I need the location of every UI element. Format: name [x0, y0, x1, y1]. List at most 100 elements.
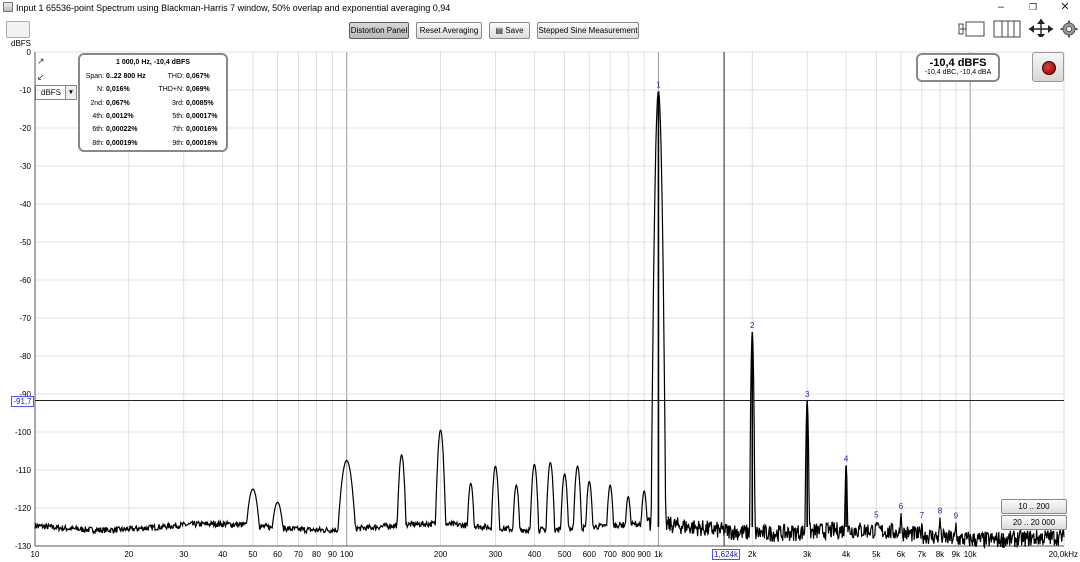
x-tick-label: 2k [748, 550, 757, 559]
chevron-down-icon: ▼ [65, 86, 76, 99]
y-tick-label: -110 [16, 466, 32, 475]
info-row-0-1: THD: 0,067% [150, 73, 210, 80]
info-row-0-0: Span: 0..22 800 Hz [82, 73, 146, 80]
x-tick-label: 300 [489, 550, 503, 559]
harmonic-label: 7 [920, 511, 925, 520]
close-icon[interactable]: ✕ [1050, 0, 1080, 16]
info-key: 8th: [92, 139, 104, 147]
pan-arrows-icon[interactable] [1026, 17, 1056, 37]
fundamental-readout: 1 000,0 Hz, -10,4 dBFS [116, 59, 190, 66]
grid-columns-icon[interactable] [992, 18, 1022, 38]
info-value: 0,0085% [186, 99, 214, 107]
zoom-out-icon[interactable]: ↙ [37, 72, 47, 82]
info-value: 0..22 800 Hz [106, 73, 146, 80]
range-20-20000-button[interactable]: 20 .. 20 000 [1001, 515, 1067, 530]
info-key: THD: [167, 73, 184, 80]
info-value: 0,00016% [186, 139, 218, 147]
info-value: 0,067% [186, 73, 210, 80]
y-tick-label: 0 [27, 48, 32, 57]
info-row-2-0: 2nd: 0,067% [82, 99, 130, 107]
save-button[interactable]: ▤ Save [489, 22, 530, 39]
info-key: 5th: [172, 112, 184, 120]
peak-level-display: -10,4 dBFS -10,4 dBC, -10,4 dBA [916, 53, 1000, 82]
stepped-sine-button[interactable]: Stepped Sine Measurement [537, 22, 639, 39]
y-tick-label: -80 [19, 352, 31, 361]
info-key: 2nd: [90, 99, 104, 107]
harmonic-label: 4 [844, 454, 849, 463]
harmonic-label: 8 [938, 507, 943, 516]
distortion-panel-button[interactable]: Distortion Panel [349, 22, 409, 39]
y-tick-label: -100 [15, 428, 32, 437]
peak-level: -10,4 dBFS [929, 57, 987, 69]
info-value: 0,00017% [186, 112, 218, 120]
info-row-1-0: N: 0,016% [82, 86, 130, 93]
x-tick-label: 8k [936, 550, 945, 559]
reset-averaging-button[interactable]: Reset Averaging [416, 22, 482, 39]
x-tick-label: 400 [528, 550, 542, 559]
x-tick-label: 9k [952, 550, 961, 559]
info-value: 0,067% [106, 99, 130, 107]
y-tick-label: -130 [15, 542, 32, 551]
harmonic-label: 9 [954, 511, 959, 520]
info-key: 7th: [172, 126, 184, 134]
info-key: 4th: [92, 112, 104, 120]
unit-select-value: dBFS [41, 88, 62, 97]
camera-icon[interactable] [6, 21, 30, 38]
range-10-200-button[interactable]: 10 .. 200 [1001, 499, 1067, 514]
info-row-3-0: 4th: 0,0012% [82, 112, 134, 120]
y-tick-label: -60 [19, 276, 31, 285]
x-tick-label: 60 [273, 550, 282, 559]
y-tick-label: -50 [19, 238, 31, 247]
x-tick-label: 100 [340, 550, 354, 559]
x-tick-label: 50 [248, 550, 257, 559]
graph-layout-icon[interactable] [958, 18, 986, 38]
info-row-4-0: 6th: 0,00022% [82, 126, 138, 134]
info-row-5-0: 8th: 0,00019% [82, 139, 138, 147]
record-button[interactable] [1032, 52, 1064, 82]
harmonic-label: 5 [874, 510, 879, 519]
info-value: 0,0012% [106, 112, 134, 120]
y-tick-label: -30 [19, 162, 31, 171]
x-tick-label: 70 [294, 550, 303, 559]
x-tick-label: 4k [842, 550, 851, 559]
x-tick-label: 700 [603, 550, 617, 559]
x-tick-label: 10 [31, 550, 40, 559]
spectrum-trace [34, 90, 1065, 550]
harmonic-label: 6 [899, 502, 904, 511]
cursor-x-label: 1,624k [712, 549, 740, 560]
info-row-5-1: 9th: 0,00016% [150, 139, 218, 147]
weighted-levels: -10,4 dBC, -10,4 dBA [924, 69, 992, 76]
info-key: 6th: [92, 126, 104, 134]
x-tick-label: 30 [179, 550, 188, 559]
x-tick-label: 1k [654, 550, 663, 559]
info-row-3-1: 5th: 0,00017% [150, 112, 218, 120]
y-tick-label: -70 [19, 314, 31, 323]
info-value: 0,00022% [106, 126, 138, 134]
info-value: 0,016% [106, 86, 130, 94]
app-icon [3, 2, 13, 12]
info-value: 0,00019% [106, 139, 138, 147]
save-icon: ▤ [495, 26, 504, 35]
zoom-in-icon[interactable]: ↗ [37, 56, 47, 66]
window-title: Input 1 65536-point Spectrum using Black… [16, 3, 451, 13]
harmonic-label: 3 [805, 390, 810, 399]
info-key: 3rd: [171, 99, 184, 107]
y-tick-label: -120 [15, 504, 32, 513]
restore-icon[interactable]: ❐ [1018, 0, 1048, 16]
x-tick-label: 6k [897, 550, 906, 559]
gear-icon[interactable] [1060, 20, 1078, 40]
record-icon [1042, 61, 1056, 75]
save-label: Save [505, 26, 524, 35]
x-tick-label: 5k [872, 550, 881, 559]
x-tick-label: 10k [964, 550, 978, 559]
x-tick-label: 200 [434, 550, 448, 559]
distortion-info-panel: 1 000,0 Hz, -10,4 dBFS Span: 0..22 800 Hz… [78, 53, 228, 152]
unit-select[interactable]: dBFS ▼ [35, 85, 77, 100]
minimize-icon[interactable]: – [986, 0, 1016, 16]
y-tick-label: -10 [19, 86, 31, 95]
title-bar: Input 1 65536-point Spectrum using Black… [0, 0, 1080, 16]
info-row-1-1: THD+N: 0,069% [150, 86, 210, 93]
x-tick-label: 7k [918, 550, 927, 559]
info-row-4-1: 7th: 0,00016% [150, 126, 217, 134]
info-key: 9th: [172, 139, 184, 147]
